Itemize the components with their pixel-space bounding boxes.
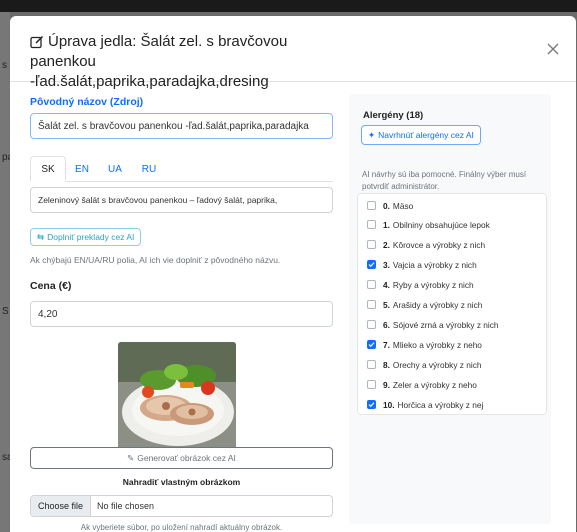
allergen-label: Orechy a výrobky z nich (392, 359, 482, 370)
suggest-allergens-label: Navrhnúť alergény cez AI (378, 130, 474, 140)
close-icon[interactable] (546, 42, 560, 56)
allergen-num: 9. (383, 379, 390, 390)
choose-file-button[interactable]: Choose file (31, 496, 92, 516)
modal-title-line2: -ľad.šalát,paprika,paradajka,dresing (30, 73, 269, 90)
translate-icon: ⇆ (37, 231, 45, 242)
allergens-note: AI návrhy sú iba pomocné. Finálny výber … (362, 170, 527, 191)
generate-image-button[interactable]: ✎ Generovať obrázok cez AI (30, 447, 333, 469)
allergen-label: Mlieko a výrobky z neho (392, 339, 482, 350)
allergen-label: Ryby a výrobky z nich (392, 279, 474, 290)
allergen-item[interactable]: 8. Orechy a výrobky z nich (367, 358, 481, 371)
allergen-num: 7. (383, 339, 390, 350)
allergen-label: Zeler a výrobky z neho (392, 379, 477, 390)
allergen-num: 2. (383, 239, 390, 250)
magic-wand-icon: ✎ (127, 452, 135, 463)
checkbox[interactable] (367, 320, 376, 329)
allergen-num: 5. (383, 299, 390, 310)
checkbox-checked[interactable] (367, 400, 376, 409)
allergen-label: Horčica a výrobky z nej (397, 399, 484, 410)
price-value: 4,20 (38, 308, 58, 320)
checkmark-icon (368, 262, 375, 268)
replace-image-label: Nahradiť vlastným obrázkom (122, 477, 241, 487)
allergen-label: Obilniny obsahujúce lepok (392, 219, 490, 230)
modal-title: Úprava jedla: Šalát zel. s bravčovou pan… (30, 32, 350, 92)
checkmark-icon (368, 342, 375, 348)
checkbox[interactable] (367, 360, 376, 369)
file-input[interactable]: Choose file No file chosen (30, 495, 333, 517)
file-name: No file chosen (97, 501, 155, 511)
allergen-num: 10. (383, 399, 395, 410)
allergen-item[interactable]: 1. Obilniny obsahujúce lepok (367, 218, 490, 231)
allergen-label: Kôrovce a výrobky z nich (392, 239, 486, 250)
allergen-item[interactable]: 9. Zeler a výrobky z neho (367, 378, 477, 391)
language-tabs: SK EN UA RU (30, 156, 333, 182)
allergen-item[interactable]: 3. Vajcia a výrobky z nich (367, 258, 477, 271)
allergen-list: 0. Mäso 1. Obilniny obsahujúce lepok 2. … (357, 193, 547, 415)
file-help: Ak vyberiete súbor, po uložení nahradí a… (80, 523, 283, 532)
allergen-item[interactable]: 10. Horčica a výrobky z nej (367, 398, 483, 411)
allergen-label: Arašidy a výrobky z nich (392, 299, 483, 310)
checkbox-checked[interactable] (367, 260, 376, 269)
suggest-allergens-button[interactable]: ✦ Navrhnúť alergény cez AI (361, 125, 481, 145)
modal-title-line1: Úprava jedla: Šalát zel. s bravčovou pan… (30, 33, 288, 70)
edit-dish-modal: Úprava jedla: Šalát zel. s bravčovou pan… (10, 16, 576, 532)
tab-ua[interactable]: UA (98, 156, 132, 182)
allergen-num: 1. (383, 219, 390, 230)
checkbox[interactable] (367, 380, 376, 389)
allergen-num: 4. (383, 279, 390, 290)
checkmark-icon (368, 402, 375, 408)
allergen-item[interactable]: 4. Ryby a výrobky z nich (367, 278, 474, 291)
allergen-num: 6. (383, 319, 390, 330)
allergen-num: 8. (383, 359, 390, 370)
allergen-item[interactable]: 2. Kôrovce a výrobky z nich (367, 238, 485, 251)
source-name-label: Pôvodný názov (Zdroj) (30, 96, 144, 108)
allergen-label: Vajcia a výrobky z nich (392, 259, 477, 270)
translation-input[interactable]: Zeleninový šalát s bravčovou panenkou – … (30, 187, 333, 213)
checkbox[interactable] (367, 240, 376, 249)
allergen-label: Mäso (392, 200, 414, 211)
allergen-item[interactable]: 0. Mäso (367, 199, 413, 212)
source-name-value: Šalát zel. s bravčovou panenkou -ľad.šal… (38, 120, 309, 132)
checkbox[interactable] (367, 280, 376, 289)
allergen-num: 0. (383, 200, 390, 211)
translate-help: Ak chýbajú EN/UA/RU polia, AI ich vie do… (30, 255, 281, 265)
price-input[interactable]: 4,20 (30, 301, 333, 327)
allergen-num: 3. (383, 259, 390, 270)
translate-ai-button[interactable]: ⇆ Doplniť preklady cez AI (30, 228, 142, 246)
allergen-item[interactable]: 5. Arašidy a výrobky z nich (367, 298, 482, 311)
tab-ru[interactable]: RU (132, 156, 166, 182)
magic-icon: ✦ (368, 129, 376, 140)
allergen-item[interactable]: 7. Mlieko a výrobky z neho (367, 338, 482, 351)
modal-header: Úprava jedla: Šalát zel. s bravčovou pan… (10, 16, 576, 90)
checkbox-checked[interactable] (367, 340, 376, 349)
price-label: Cena (€) (30, 280, 72, 292)
allergen-label: Sójové zrná a výrobky z nich (392, 319, 499, 330)
background-fragment: S (2, 306, 9, 317)
checkbox[interactable] (367, 220, 376, 229)
checkbox[interactable] (367, 300, 376, 309)
source-name-input[interactable]: Šalát zel. s bravčovou panenkou -ľad.šal… (30, 113, 333, 139)
checkbox[interactable] (367, 201, 376, 210)
tab-en[interactable]: EN (66, 156, 98, 182)
generate-image-label: Generovať obrázok cez AI (137, 453, 236, 463)
tab-sk[interactable]: SK (30, 156, 66, 182)
dish-image (118, 342, 236, 452)
top-bar (0, 0, 577, 12)
allergen-item[interactable]: 6. Sójové zrná a výrobky z nich (367, 318, 499, 331)
allergens-panel: Alergény (18) ✦ Navrhnúť alergény cez AI… (349, 94, 551, 524)
allergens-title: Alergény (18) (363, 110, 424, 121)
translate-button-label: Doplniť preklady cez AI (47, 232, 135, 242)
translation-value: Zeleninový šalát s bravčovou panenkou – … (38, 195, 278, 205)
